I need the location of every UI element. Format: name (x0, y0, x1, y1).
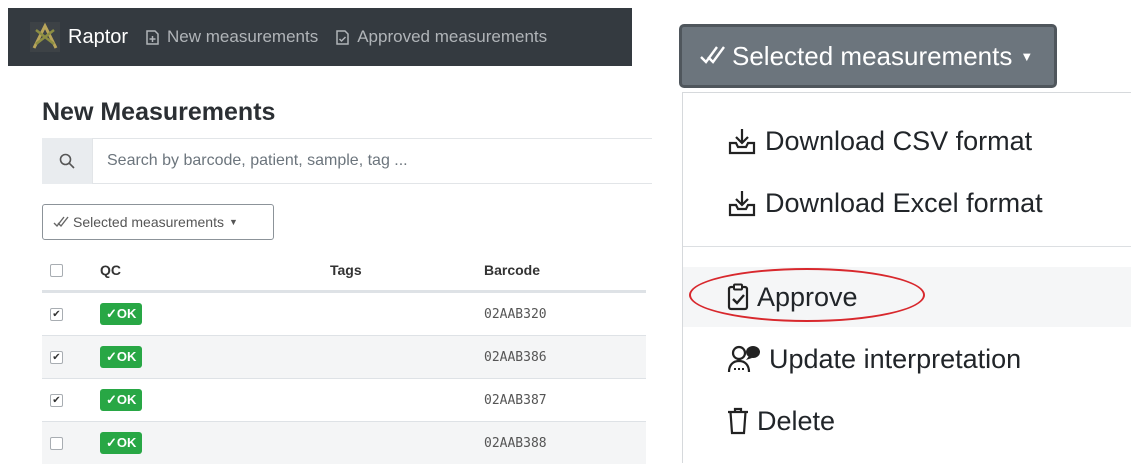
document-check-icon (336, 29, 349, 45)
menu-item-download-excel[interactable]: Download Excel format (683, 173, 1131, 233)
table-row[interactable]: ✓OK 02AAB388 (42, 421, 646, 464)
highlight-circle (689, 268, 925, 322)
caret-down-icon: ▼ (228, 217, 238, 227)
document-plus-icon (146, 29, 159, 45)
page-title: New Measurements (42, 98, 276, 126)
barcode-cell[interactable]: 02AAB387 (484, 393, 547, 408)
selected-measurements-button[interactable]: Selected measurements ▼ (679, 24, 1057, 88)
nav-approved-measurements[interactable]: Approved measurements (336, 27, 547, 47)
header-qc: QC (100, 262, 121, 278)
barcode-cell[interactable]: 02AAB386 (484, 350, 547, 365)
row-checkbox[interactable]: ✔ (50, 307, 63, 321)
menu-divider (683, 246, 1131, 247)
qc-ok-badge: ✓OK (100, 389, 143, 411)
select-all-checkbox[interactable] (50, 263, 63, 277)
menu-item-delete[interactable]: Delete (683, 391, 1131, 451)
download-icon (728, 129, 756, 155)
trash-icon (728, 407, 748, 435)
users-comment-icon (727, 345, 760, 373)
search-input[interactable]: Search by barcode, patient, sample, tag … (92, 138, 652, 184)
table-row[interactable]: ✔ ✓OK 02AAB387 (42, 378, 646, 421)
barcode-cell[interactable]: 02AAB388 (484, 436, 547, 451)
qc-ok-badge: ✓OK (100, 303, 143, 325)
selected-measurements-label: Selected measurements (73, 214, 224, 230)
qc-ok-badge: ✓OK (100, 346, 143, 368)
search-icon (42, 138, 92, 184)
row-checkbox[interactable]: ✔ (50, 393, 63, 407)
download-icon (728, 191, 756, 217)
menu-item-update-interpretation[interactable]: Update interpretation (683, 329, 1131, 389)
row-checkbox[interactable] (50, 436, 63, 450)
caret-down-icon: ▼ (1020, 48, 1034, 64)
double-check-icon (700, 46, 725, 64)
measurements-table: QC Tags Barcode ✔ ✓OK 02AAB320 ✔ ✓OK 02A… (42, 250, 646, 464)
search-bar: Search by barcode, patient, sample, tag … (42, 138, 652, 184)
barcode-cell[interactable]: 02AAB320 (484, 307, 547, 322)
brand-name[interactable]: Raptor (68, 26, 128, 49)
header-tags: Tags (330, 262, 362, 278)
nav-new-measurements-label: New measurements (167, 27, 319, 46)
table-row[interactable]: ✔ ✓OK 02AAB320 (42, 292, 646, 335)
menu-item-update-interpretation-label: Update interpretation (769, 343, 1022, 374)
menu-item-delete-label: Delete (757, 405, 836, 436)
row-checkbox[interactable]: ✔ (50, 350, 63, 364)
navbar: Raptor New measurements Approved measure… (8, 8, 632, 66)
selected-measurements-dropdown[interactable]: Selected measurements ▼ (42, 204, 274, 240)
header-barcode: Barcode (484, 262, 541, 278)
nav-new-measurements[interactable]: New measurements (146, 27, 318, 47)
selected-measurements-button-label: Selected measurements (732, 40, 1013, 71)
menu-item-download-excel-label: Download Excel format (765, 187, 1043, 218)
raptor-logo-icon[interactable] (30, 22, 60, 52)
table-row[interactable]: ✔ ✓OK 02AAB386 (42, 335, 646, 378)
table-header: QC Tags Barcode (42, 250, 646, 292)
qc-ok-badge: ✓OK (100, 432, 143, 454)
menu-item-download-csv-label: Download CSV format (765, 125, 1033, 156)
nav-approved-measurements-label: Approved measurements (357, 27, 548, 46)
double-check-icon (53, 216, 69, 228)
menu-item-download-csv[interactable]: Download CSV format (683, 111, 1131, 171)
